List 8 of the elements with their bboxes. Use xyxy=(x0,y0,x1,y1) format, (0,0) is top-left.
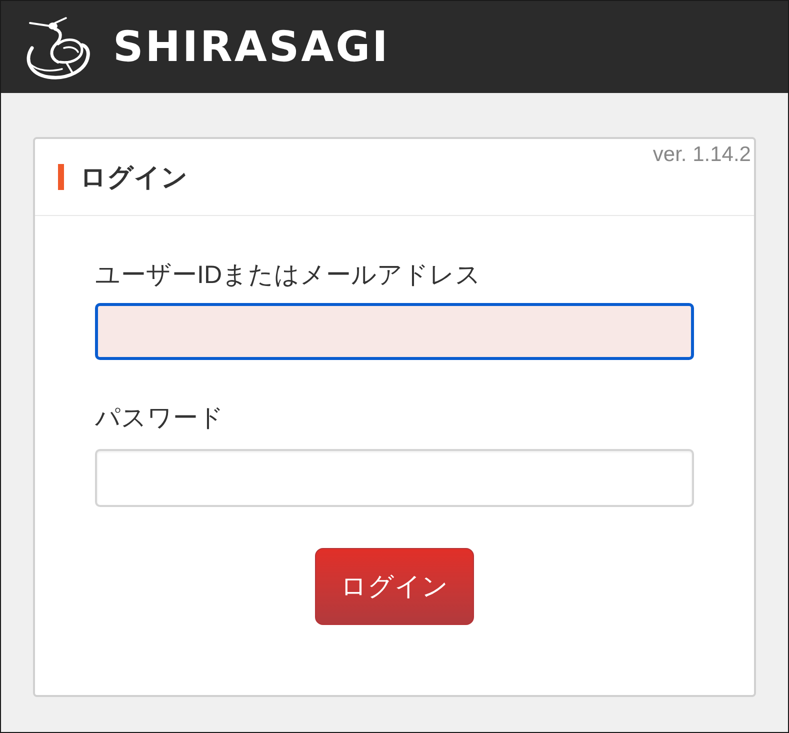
input-field[interactable] xyxy=(95,303,694,360)
card-title: ログイン xyxy=(80,164,188,190)
logo-text: SHIRASAGI xyxy=(113,26,390,68)
field-label: ユーザーIDまたはメールアドレス xyxy=(95,260,481,290)
version-text: ver. 1.14.2 xyxy=(652,143,751,167)
login-button[interactable]: ログイン xyxy=(315,548,474,625)
title-accent-bar-icon xyxy=(58,164,64,190)
field-label: パスワード xyxy=(95,403,224,433)
